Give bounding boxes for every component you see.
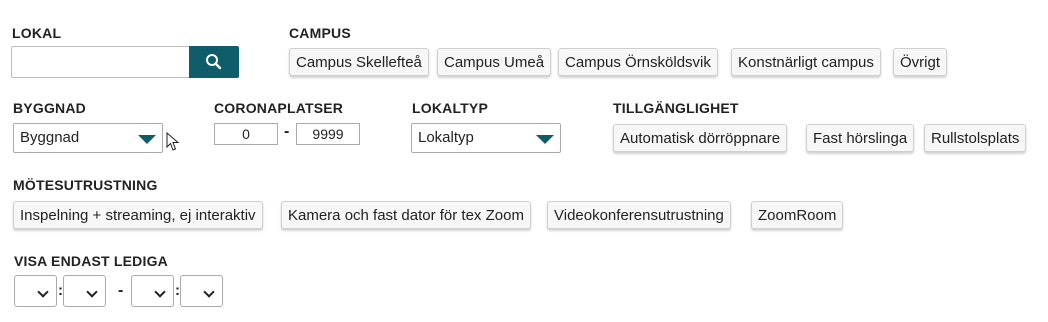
dropdown-arrow-icon [536,135,554,144]
lokal-search-input[interactable] [11,46,190,78]
time-range-separator: - [118,282,124,299]
chevron-down-icon [86,286,98,298]
mouse-cursor-icon [166,132,180,151]
campus-umea-chip[interactable]: Campus Umeå [437,48,552,76]
fast-horslinga-chip[interactable]: Fast hörslinga [806,124,915,152]
coronaplatser-max-input[interactable]: 9999 [296,123,360,145]
search-button[interactable] [189,46,239,78]
from-hour-select[interactable] [14,275,57,307]
dropdown-arrow-icon [138,135,156,144]
lokaltyp-selected: Lokaltyp [418,129,474,146]
byggnad-select[interactable]: Byggnad [13,123,163,153]
campus-skelleftea-chip[interactable]: Campus Skellefteå [289,48,429,76]
automatisk-dorroppnare-chip[interactable]: Automatisk dörröppnare [613,124,788,152]
coronaplatser-min-input[interactable]: 0 [214,123,278,145]
zoomroom-chip[interactable]: ZoomRoom [751,201,844,229]
videokonferensutrustning-chip[interactable]: Videokonferensutrustning [547,201,731,229]
campus-konstnarligt-chip[interactable]: Konstnärligt campus [731,48,881,76]
visa-endast-lediga-label: VISA ENDAST LEDIGA [14,253,168,269]
chevron-down-icon [154,286,166,298]
byggnad-selected: Byggnad [20,129,80,146]
to-hour-select[interactable] [131,275,174,307]
lokaltyp-select[interactable]: Lokaltyp [411,123,561,153]
coronaplatser-label: CORONAPLATSER [214,100,344,116]
from-minute-select[interactable] [63,275,106,307]
motesutrustning-label: MÖTESUTRUSTNING [13,177,158,193]
lokal-label: LOKAL [12,25,62,41]
to-minute-select[interactable] [180,275,223,307]
chevron-down-icon [203,286,215,298]
coronaplatser-separator: - [284,123,290,140]
search-icon [206,54,222,70]
tillganglighet-label: TILLGÄNGLIGHET [613,100,739,116]
rullstolsplats-chip[interactable]: Rullstolsplats [924,124,1027,152]
campus-ornskoldsvik-chip[interactable]: Campus Örnsköldsvik [558,48,718,76]
kamera-fast-dator-chip[interactable]: Kamera och fast dator för tex Zoom [281,201,531,229]
chevron-down-icon [37,286,49,298]
lokaltyp-label: LOKALTYP [412,100,489,116]
inspelning-streaming-chip[interactable]: Inspelning + streaming, ej interaktiv [13,201,263,229]
campus-label: CAMPUS [289,25,351,41]
byggnad-label: BYGGNAD [13,100,86,116]
campus-ovrigt-chip[interactable]: Övrigt [893,48,948,76]
